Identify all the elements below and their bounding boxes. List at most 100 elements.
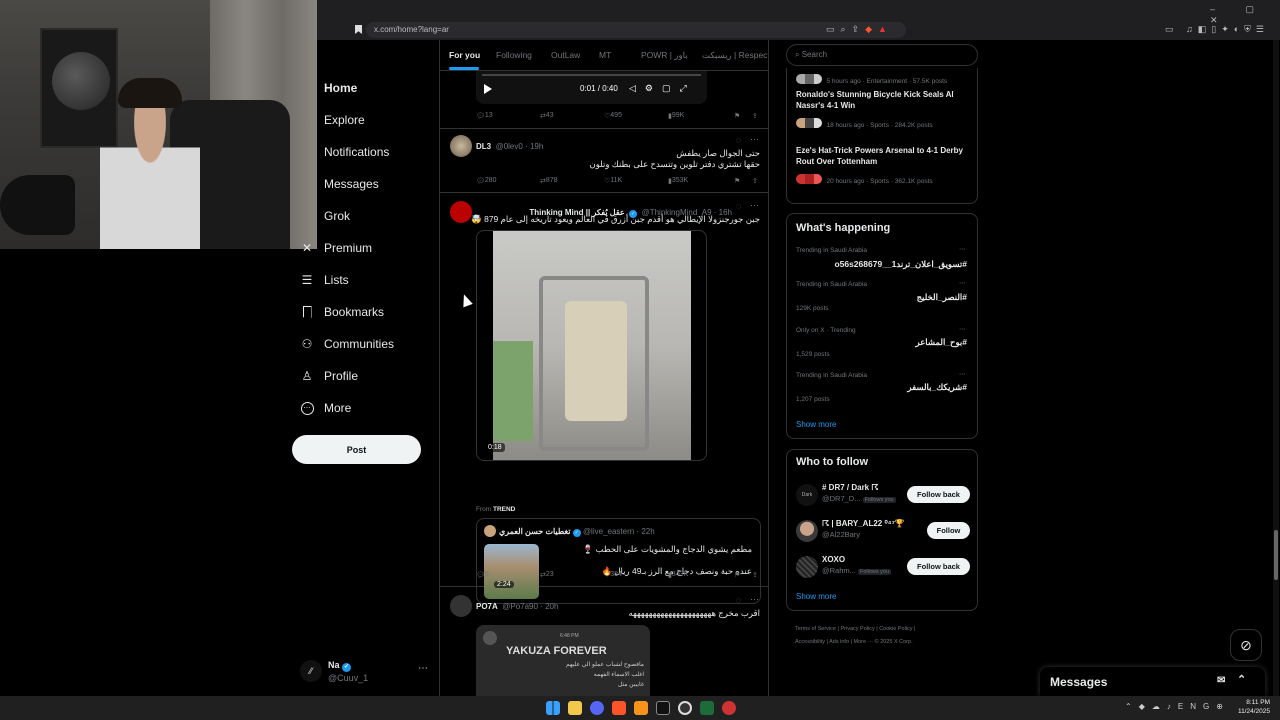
trend-item[interactable]: Trending in Saudi Arabia ⋯ #النصر_الخليج… <box>787 279 977 317</box>
news-item[interactable]: 5 hours ago · Entertainment · 57.5K post… <box>796 70 972 88</box>
tab-powr[interactable]: POWR | باور <box>641 50 688 61</box>
tweet[interactable]: PO7A @Po7a90 · 20h ◌ ⋯ اقرب مخرج ههههههه… <box>440 587 768 696</box>
play-icon[interactable] <box>484 84 492 94</box>
discord-icon[interactable] <box>590 701 604 715</box>
more-icon[interactable]: ⋯ <box>959 279 966 287</box>
repost-button[interactable]: ⇄ 43 <box>540 112 554 120</box>
address-bar[interactable]: x.com/home?lang=ar <box>366 22 906 38</box>
more-icon[interactable]: ⋯ <box>959 370 966 378</box>
repost-button[interactable]: ⇄ 23 <box>540 571 554 579</box>
windows-start-icon[interactable] <box>546 701 560 715</box>
footer-link[interactable]: Privacy Policy <box>840 626 874 632</box>
tab-mt[interactable]: MT <box>599 50 611 60</box>
nav-explore[interactable]: Explore <box>324 108 365 132</box>
follow-back-button[interactable]: Follow back <box>907 486 970 503</box>
chevron-up-icon[interactable]: ⌃ <box>1237 673 1246 686</box>
views-button[interactable]: ▮ 99K <box>668 112 684 120</box>
more-icon[interactable]: ⋯ <box>418 663 428 674</box>
grok-button[interactable]: ⊘ <box>1230 629 1262 661</box>
from-source-name[interactable]: TREND <box>493 506 515 513</box>
messages-drawer[interactable]: Messages ✉ ⌃ <box>1040 667 1265 696</box>
author-name[interactable]: PO7A <box>476 602 498 611</box>
follow-suggestion[interactable]: ☈ | BARY_AL22 ⁰⁴⁷🏆 @Al22Bary Follow <box>787 517 977 545</box>
reply-button[interactable]: 💬︎ 5 <box>476 571 489 579</box>
author-handle[interactable]: @0lev0 <box>496 142 523 151</box>
search-input[interactable]: ⌕ Search <box>786 44 978 66</box>
terminal-icon[interactable] <box>700 701 714 715</box>
post-button[interactable]: Post <box>292 435 421 464</box>
page-scrollbar[interactable] <box>1273 40 1279 696</box>
like-button[interactable]: ♡ 11K <box>604 177 622 185</box>
tweet-time[interactable]: 19h <box>530 142 543 151</box>
footer-link[interactable]: Ads info <box>829 639 849 645</box>
tab-for-you[interactable]: For you <box>449 50 480 60</box>
video-progress-bar[interactable] <box>482 74 701 76</box>
video-controls-icons[interactable]: ◁⚙▢⤢ <box>629 83 696 94</box>
video-player[interactable]: 0:01 / 0:40 ◁⚙▢⤢ <box>476 71 707 104</box>
repost-button[interactable]: ⇄ 878 <box>540 177 558 185</box>
nav-profile[interactable]: ♙ Profile <box>300 364 358 388</box>
follow-suggestion[interactable]: Dark # DR7 / Dark ☈ @DR7_D... Follows yo… <box>787 481 977 509</box>
extension-icons[interactable]: ▭⌕⇪◆▲ <box>826 24 906 36</box>
capcut-icon[interactable] <box>656 701 670 715</box>
share-icon[interactable]: ⇪ <box>752 571 758 579</box>
new-message-icon[interactable]: ✉ <box>1217 675 1225 686</box>
nav-bookmarks[interactable]: Bookmarks <box>300 300 384 324</box>
tweet-image[interactable]: 6:48 PM YAKUZA FOREVER مافصوح لشباب عملو… <box>476 625 650 696</box>
tab-following[interactable]: Following <box>496 50 532 60</box>
more-icon[interactable]: ⋯ <box>750 594 759 605</box>
tweet-time[interactable]: 20h <box>545 602 558 611</box>
clock[interactable]: 8:11 PM 11/24/2025 <box>1236 698 1270 716</box>
file-explorer-icon[interactable] <box>568 701 582 715</box>
tab-respect[interactable]: ريسبكت | Respect <box>702 50 768 61</box>
reply-button[interactable]: 💬︎ 13 <box>476 112 493 120</box>
more-icon[interactable]: ⋯ <box>959 245 966 253</box>
bookmark-icon[interactable]: ⚑ <box>734 177 740 185</box>
nav-grok[interactable]: Grok <box>324 204 350 228</box>
system-tray-icons[interactable]: ⌃◆☁♪ENG⊕ <box>1125 702 1230 711</box>
tweet[interactable]: Thinking Mind || عقل يُفكر ✓ @ThinkingMi… <box>440 193 768 604</box>
trend-item[interactable]: Only on X · Trending ⋯ #بوح_المشاعر 1,52… <box>787 325 977 363</box>
trend-item[interactable]: Trending in Saudi Arabia ⋯ #تسويق_اعلان_… <box>787 245 977 273</box>
tab-outlaw[interactable]: OutLaw <box>551 50 580 60</box>
views-button[interactable]: ▮ 353K <box>668 177 688 185</box>
tweet-video[interactable]: 0:18 <box>476 230 707 461</box>
news-item[interactable]: Eze's Hat-Trick Powers Arsenal to 4-1 De… <box>796 145 972 188</box>
follow-suggestion[interactable]: XOXO @Rahm... Follows you Follow back <box>787 553 977 581</box>
grok-icon[interactable]: ◌ <box>736 135 741 145</box>
account-switcher[interactable]: ⁄⁄ Na ✓ @Cuuv_1 ⋯ <box>300 658 435 686</box>
bookmark-icon[interactable] <box>355 25 362 34</box>
nav-premium[interactable]: ✕ Premium <box>300 236 372 260</box>
author-name[interactable]: DL3 <box>476 142 491 151</box>
grok-icon[interactable]: ◌ <box>736 201 741 211</box>
bookmark-icon[interactable]: ⚑ <box>734 112 740 120</box>
app-icon[interactable] <box>722 701 736 715</box>
nav-messages[interactable]: Messages <box>324 172 379 196</box>
obs-icon[interactable] <box>678 701 692 715</box>
tweet[interactable]: 0:01 / 0:40 ◁⚙▢⤢ 💬︎ 13 ⇄ 43 ♡ 495 ▮ 99K … <box>440 71 768 129</box>
like-button[interactable]: ♡ 384 <box>604 571 622 579</box>
more-icon[interactable]: ⋯ <box>750 200 759 211</box>
tweet[interactable]: DL3 @0lev0 · 19h ◌ ⋯ حتى الجوال صار يطفش… <box>440 129 768 193</box>
show-more-link[interactable]: Show more <box>796 420 836 429</box>
like-button[interactable]: ♡ 495 <box>604 112 622 120</box>
grok-icon[interactable]: ◌ <box>736 595 741 605</box>
share-icon[interactable]: ⇪ <box>752 112 758 120</box>
share-icon[interactable]: ⇪ <box>752 177 758 185</box>
views-button[interactable]: ▮ 343K <box>668 571 688 579</box>
nav-communities[interactable]: ⚇ Communities <box>300 332 394 356</box>
nav-notifications[interactable]: Notifications <box>324 140 389 164</box>
show-more-link[interactable]: Show more <box>796 592 836 601</box>
footer-link[interactable]: Terms of Service <box>795 626 836 632</box>
author-handle[interactable]: @Po7a90 <box>502 602 538 611</box>
browser-toolbar-icons[interactable]: ▭ ♫◧▯✦◐⛨☰ <box>1165 24 1275 36</box>
nav-home[interactable]: Home <box>324 76 357 100</box>
footer-link[interactable]: More ··· <box>854 639 874 645</box>
bookmark-icon[interactable]: ⚑ <box>734 571 740 579</box>
follow-back-button[interactable]: Follow back <box>907 558 970 575</box>
more-icon[interactable]: ⋯ <box>959 325 966 333</box>
nav-more[interactable]: ⋯ More <box>300 396 351 420</box>
footer-link[interactable]: Cookie Policy <box>879 626 912 632</box>
scrollbar-thumb[interactable] <box>1274 530 1278 580</box>
footer-link[interactable]: Accessibility <box>795 639 825 645</box>
